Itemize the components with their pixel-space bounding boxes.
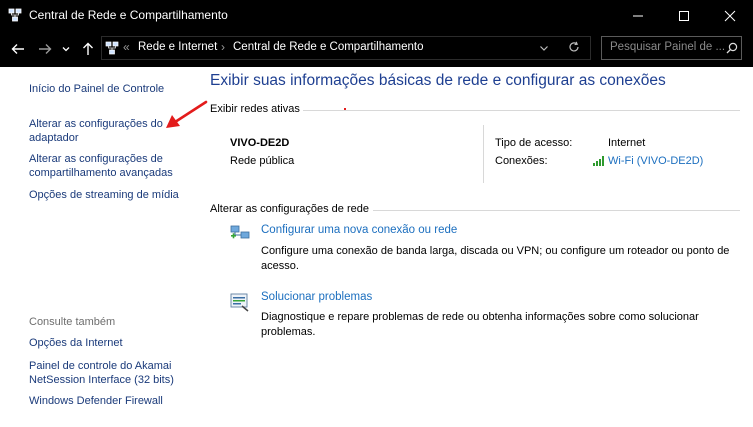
troubleshoot-problems-link[interactable]: Solucionar problemas [261,291,372,303]
setup-new-connection-description: Configure uma conexão de banda larga, di… [261,244,729,274]
new-connection-icon [230,225,250,239]
network-center-icon [8,8,22,22]
network-name: VIVO-DE2D [230,137,290,149]
recent-locations-button[interactable] [59,39,73,59]
sidebar-change-adapter-settings[interactable]: Alterar as configurações do adaptador [29,117,163,145]
section-divider [373,210,740,211]
access-type-label: Tipo de acesso: [495,137,573,149]
link-line: Alterar as configurações de [29,153,163,165]
sidebar-control-panel-home[interactable]: Início do Painel de Controle [29,82,164,96]
refresh-icon [569,41,579,52]
title-bar: Central de Rede e Compartilhamento [0,0,753,31]
link-line: adaptador [29,132,79,144]
forward-button[interactable] [35,39,55,59]
network-type: Rede pública [230,155,295,167]
wifi-signal-icon [593,156,604,166]
access-type-value: Internet [608,137,646,149]
arrow-right-icon [39,44,52,54]
refresh-button[interactable] [568,41,580,56]
address-dropdown-button[interactable] [539,42,549,56]
search-icon[interactable] [726,42,738,54]
annotation-dot [344,108,346,110]
chevron-down-icon [62,47,70,52]
search-placeholder: Pesquisar Painel de ... [610,41,726,53]
connections-label: Conexões: [495,155,548,167]
breadcrumb-rede-e-internet[interactable]: Rede e Internet [138,41,217,53]
troubleshoot-icon [230,293,249,312]
change-settings-label: Alterar as configurações de rede [210,203,369,215]
link-line: Windows Defender Firewall [29,395,163,407]
back-button[interactable] [8,39,28,59]
link-line: Opções da Internet [29,337,123,349]
sidebar-windows-defender-firewall[interactable]: Windows Defender Firewall [29,394,163,408]
sidebar-akamai-netsession[interactable]: Painel de controle do Akamai NetSession … [29,359,174,387]
breadcrumb-overflow[interactable]: « [123,40,130,54]
up-button[interactable] [78,39,98,59]
address-bar[interactable]: « Rede e Internet › Central de Rede e Co… [101,36,591,60]
control-panel-icon [105,41,119,55]
maximize-button[interactable] [661,0,707,31]
troubleshoot-problems-description: Diagnostique e repare problemas de rede … [261,310,699,340]
minimize-button[interactable] [615,0,661,31]
main-content: Exibir suas informações básicas de rede … [197,67,753,427]
sidebar-internet-options[interactable]: Opções da Internet [29,336,123,350]
section-divider [303,110,740,111]
see-also-heading: Consulte também [29,316,116,328]
wifi-connection-link[interactable]: Wi-Fi (VIVO-DE2D) [608,155,703,167]
sidebar-change-sharing-settings[interactable]: Alterar as configurações de compartilham… [29,152,173,180]
description-line: Diagnostique e repare problemas de rede … [261,311,699,323]
sidebar-media-streaming[interactable]: Opções de streaming de mídia [29,188,179,202]
page-heading: Exibir suas informações básicas de rede … [210,72,666,89]
network-divider [483,125,484,183]
link-line: Alterar as configurações do [29,118,163,130]
search-input[interactable]: Pesquisar Painel de ... [601,36,742,60]
link-line: Opções de streaming de mídia [29,189,179,201]
maximize-icon [679,10,689,21]
chevron-down-icon [540,46,548,51]
setup-new-connection-link[interactable]: Configurar uma nova conexão ou rede [261,224,457,236]
arrow-up-icon [83,42,93,55]
link-line: NetSession Interface (32 bits) [29,374,174,386]
minimize-icon [633,15,643,16]
description-line: Configure uma conexão de banda larga, di… [261,245,730,257]
active-networks-label: Exibir redes ativas [210,103,300,115]
description-line: problemas. [261,326,316,338]
close-button[interactable] [707,0,753,31]
window-title: Central de Rede e Compartilhamento [29,8,228,22]
arrow-left-icon [11,44,24,54]
breadcrumb-separator[interactable]: › [221,40,225,54]
close-icon [724,10,736,21]
link-line: Painel de controle do Akamai [29,360,172,372]
breadcrumb-central-de-rede[interactable]: Central de Rede e Compartilhamento [233,41,424,53]
link-line: compartilhamento avançadas [29,167,173,179]
description-line: acesso. [261,260,299,272]
